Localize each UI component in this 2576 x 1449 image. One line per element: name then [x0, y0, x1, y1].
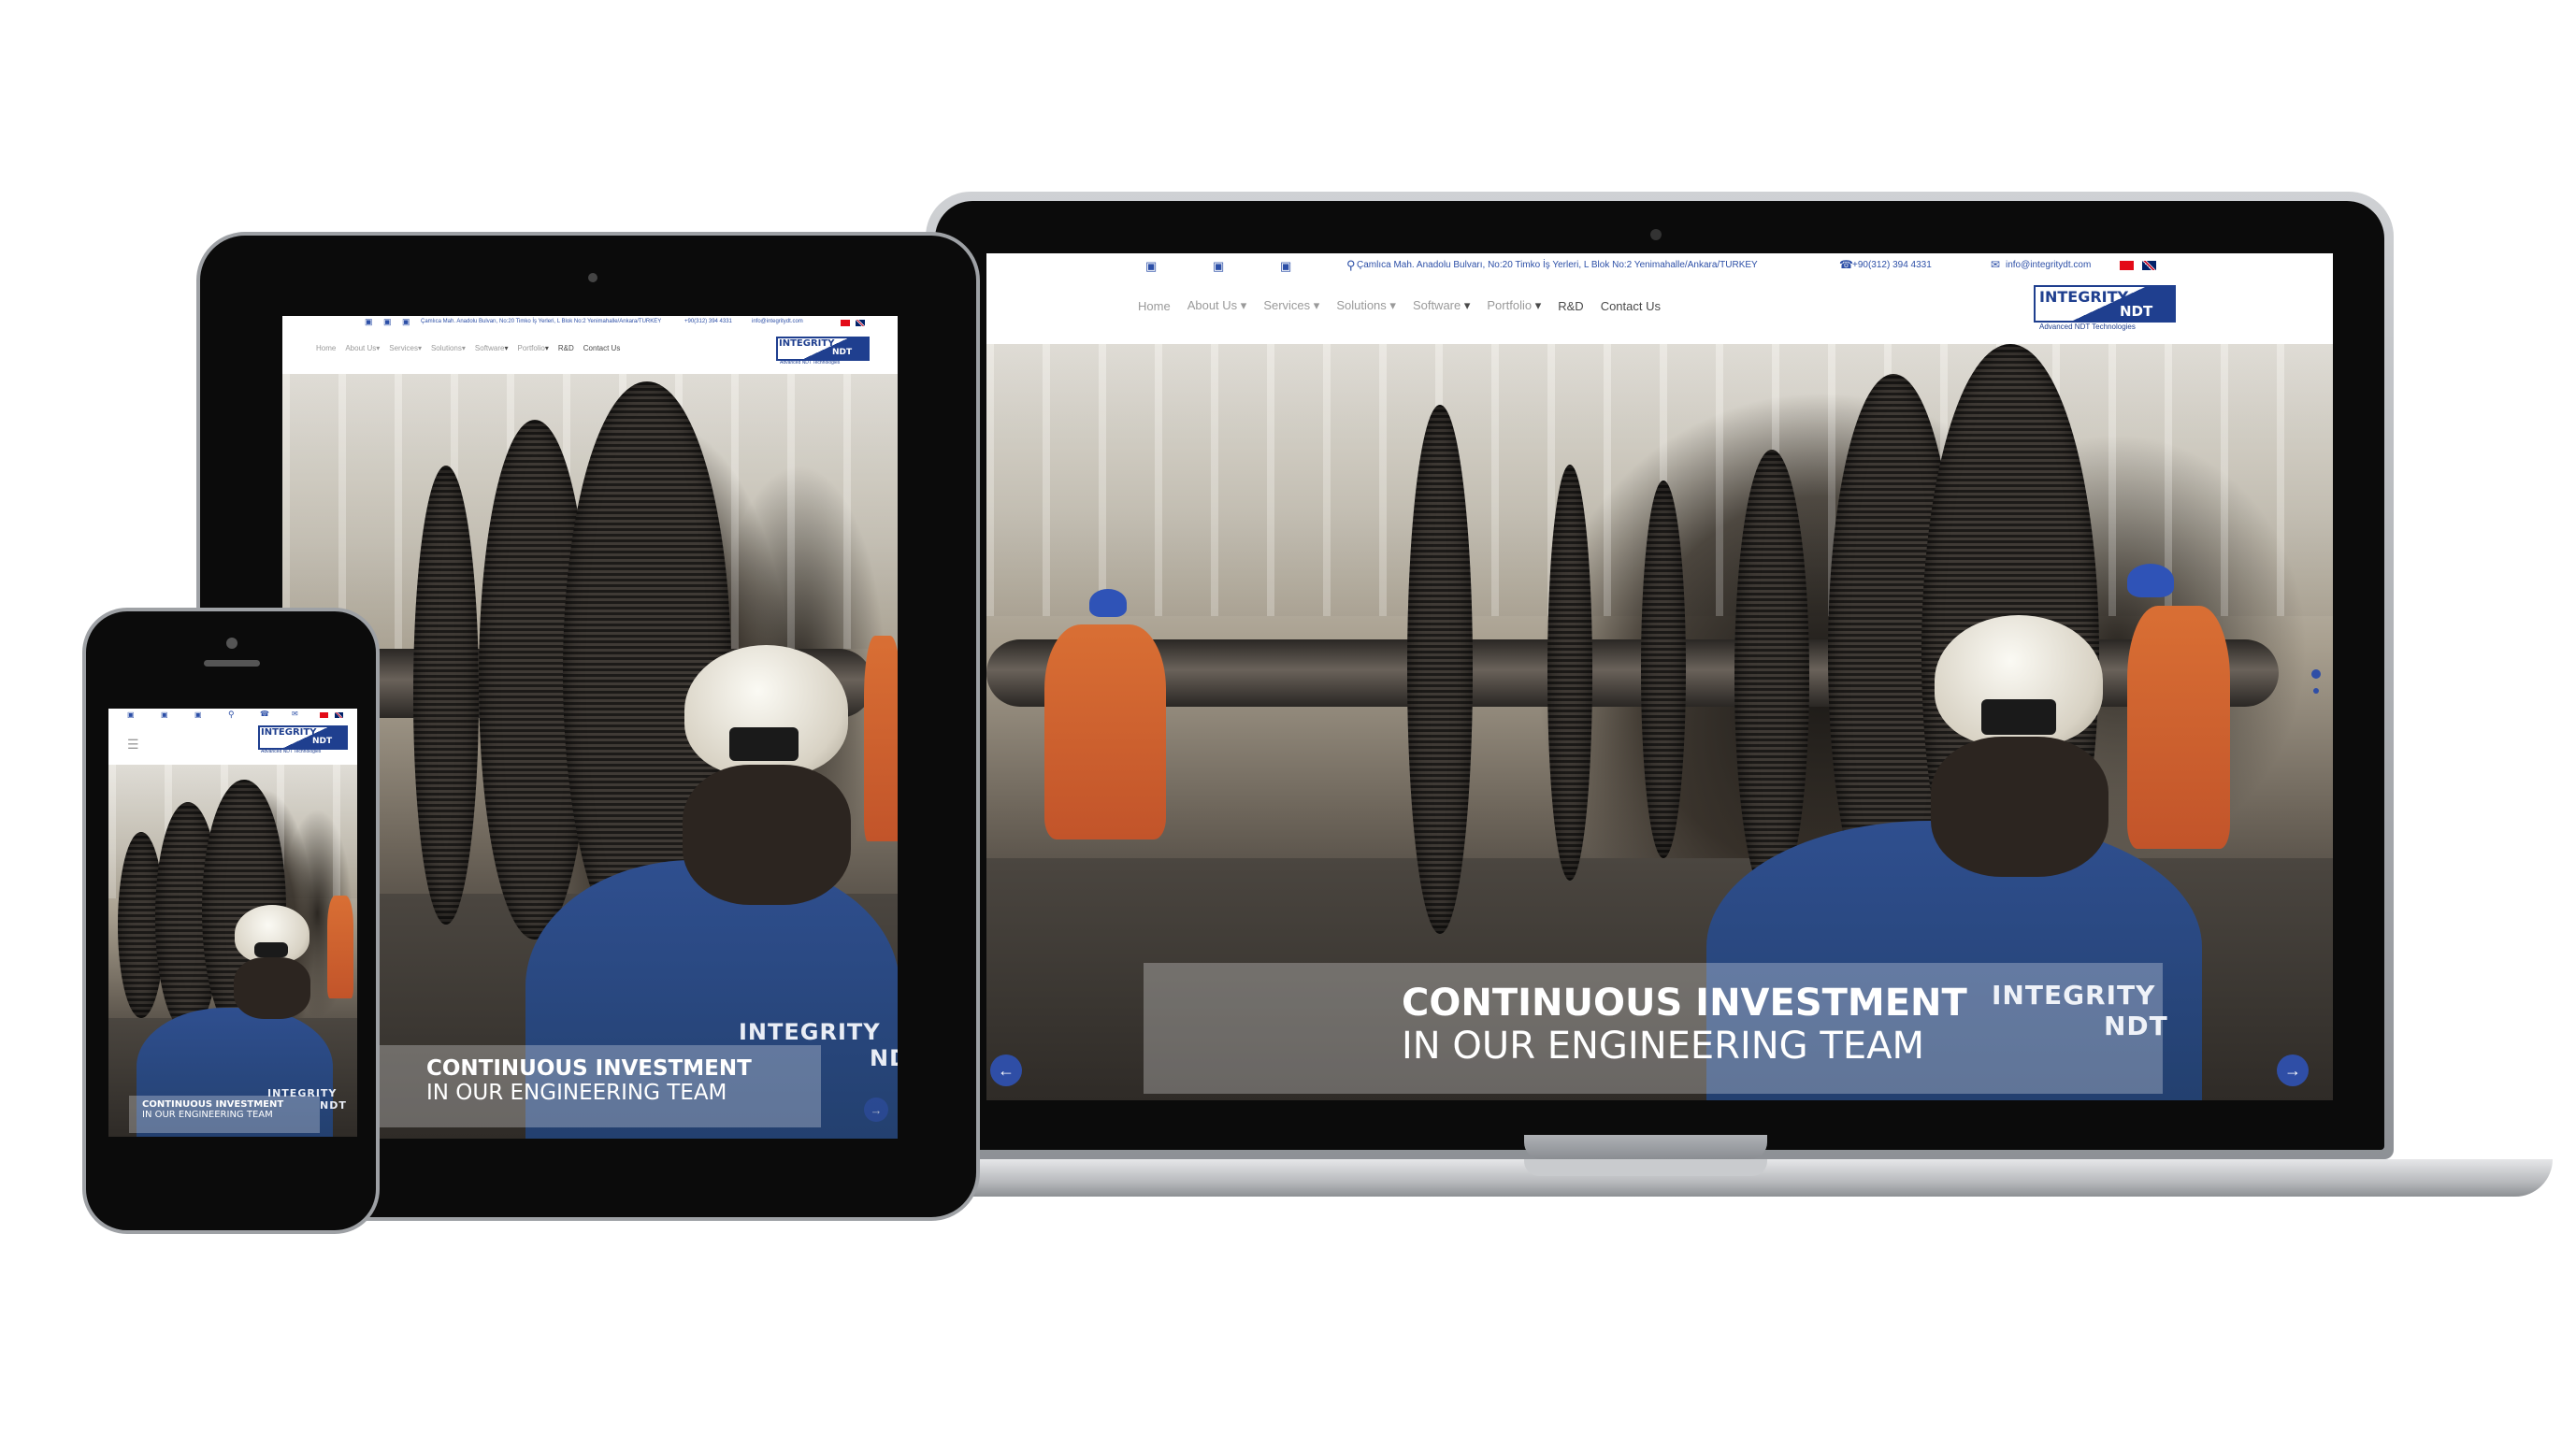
next-arrow-icon[interactable]: → [2277, 1054, 2309, 1086]
hero-caption: CONTINUOUS INVESTMENT IN OUR ENGINEERING… [1144, 963, 2163, 1094]
menu-item-contact[interactable]: Contact Us [1601, 299, 1661, 313]
linkedin-icon[interactable]: ▣ [1213, 259, 1224, 274]
topbar-email[interactable]: info@integritydt.com [2006, 260, 2091, 270]
turkish-flag-icon[interactable] [2120, 261, 2134, 270]
next-arrow-icon[interactable]: → [864, 1098, 888, 1122]
phone-hero-slider[interactable]: INTEGRITY NDT CONTINUOUS INVESTMENT IN OU… [108, 765, 357, 1137]
menu-item-portfolio[interactable]: Portfolio▾ [518, 344, 549, 352]
menu-item-rnd[interactable]: R&D [1558, 299, 1583, 313]
laptop-base-notch [1524, 1159, 1767, 1176]
phone-screen: ▣ ▣ ▣ ⚲ ☎ ✉ ☰ INTEGRITY NDT Advanced NDT… [108, 709, 357, 1137]
facebook-icon[interactable]: ▣ [365, 317, 373, 327]
tablet-camera [588, 273, 597, 282]
youtube-icon[interactable]: ▣ [1280, 259, 1291, 274]
menu-item-rnd[interactable]: R&D [558, 344, 574, 352]
menu-item-about[interactable]: About Us ▾ [1187, 298, 1247, 313]
phone-camera [226, 638, 237, 649]
turkish-flag-icon[interactable] [841, 320, 850, 326]
main-menu: Home About Us ▾ Services ▾ Solutions ▾ S… [1138, 298, 1661, 313]
hero-slider[interactable]: INTEGRITY NDT CONTINUOUS INVESTMENT IN OU… [986, 344, 2333, 1100]
mail-icon[interactable]: ✉ [292, 710, 298, 718]
location-pin-icon: ⚲ [1346, 258, 1356, 272]
linkedin-icon[interactable]: ▣ [383, 317, 392, 327]
logo[interactable]: INTEGRITY NDT Advanced NDT Technologies [2034, 285, 2176, 334]
prev-arrow-icon[interactable]: ← [990, 1054, 1022, 1086]
phone-logo[interactable]: INTEGRITY NDT Advanced NDT Technologies [258, 725, 348, 757]
youtube-icon[interactable]: ▣ [194, 710, 202, 719]
phone-icon[interactable]: ☎ [260, 710, 269, 718]
laptop-notch [1524, 1135, 1767, 1159]
laptop-mockup: ▣ ▣ ▣ ⚲ Çamlıca Mah. Anadolu Bulvarı, No… [926, 192, 2394, 1159]
menu-item-contact[interactable]: Contact Us [583, 344, 621, 352]
menu-item-home[interactable]: Home [1138, 299, 1171, 313]
phone-mockup: ▣ ▣ ▣ ⚲ ☎ ✉ ☰ INTEGRITY NDT Advanced NDT… [82, 608, 380, 1234]
tablet-topbar-address[interactable]: Çamlıca Mah. Anadolu Bulvarı, No:20 Timk… [421, 319, 661, 324]
laptop-screen: ▣ ▣ ▣ ⚲ Çamlıca Mah. Anadolu Bulvarı, No… [986, 253, 2333, 1100]
linkedin-icon[interactable]: ▣ [161, 710, 168, 719]
uk-flag-icon[interactable] [335, 712, 343, 718]
youtube-icon[interactable]: ▣ [402, 317, 410, 327]
menu-item-solutions[interactable]: Solutions ▾ [1336, 298, 1396, 313]
topbar-phone[interactable]: +90(312) 394 4331 [1852, 260, 1932, 270]
tablet-logo[interactable]: INTEGRITY NDT Advanced NDT Technologies [776, 337, 870, 366]
menu-item-services[interactable]: Services▾ [389, 344, 422, 352]
phone-hero-caption: CONTINUOUS INVESTMENT IN OUR ENGINEERING… [129, 1096, 320, 1133]
uk-flag-icon[interactable] [856, 320, 865, 326]
menu-item-services[interactable]: Services ▾ [1263, 298, 1319, 313]
tablet-topbar: ▣ ▣ ▣ Çamlıca Mah. Anadolu Bulvarı, No:2… [282, 316, 898, 329]
tablet-topbar-email[interactable]: info@integritydt.com [752, 319, 803, 324]
location-pin-icon[interactable]: ⚲ [228, 710, 235, 720]
tablet-topbar-phone[interactable]: +90(312) 394 4331 [684, 319, 732, 324]
hero-subline: IN OUR ENGINEERING TEAM [1402, 1025, 1924, 1068]
uk-flag-icon[interactable] [2142, 261, 2156, 270]
menu-item-about[interactable]: About Us▾ [345, 344, 380, 352]
topbar-address[interactable]: Çamlıca Mah. Anadolu Bulvarı, No:20 Timk… [1357, 260, 1758, 270]
menu-item-solutions[interactable]: Solutions▾ [431, 344, 466, 352]
tablet-hero-caption: CONTINUOUS INVESTMENT IN OUR ENGINEERING… [380, 1045, 821, 1127]
topbar: ▣ ▣ ▣ ⚲ Çamlıca Mah. Anadolu Bulvarı, No… [986, 253, 2333, 278]
laptop-camera [1650, 229, 1662, 240]
mail-icon: ✉ [1991, 258, 2001, 271]
phone-speaker [204, 660, 260, 667]
slider-dot-active[interactable] [2311, 669, 2321, 679]
tablet-main-menu: Home About Us▾ Services▾ Solutions▾ Soft… [316, 344, 620, 352]
menu-item-home[interactable]: Home [316, 344, 336, 352]
phone-icon: ☎ [1839, 258, 1853, 271]
hamburger-menu-icon[interactable]: ☰ [127, 737, 139, 753]
facebook-icon[interactable]: ▣ [1145, 259, 1157, 274]
slider-dot[interactable] [2313, 688, 2319, 694]
menu-item-portfolio[interactable]: Portfolio ▾ [1487, 298, 1541, 313]
facebook-icon[interactable]: ▣ [127, 710, 135, 719]
turkish-flag-icon[interactable] [320, 712, 328, 718]
phone-topbar: ▣ ▣ ▣ ⚲ ☎ ✉ [108, 709, 357, 722]
menu-item-software[interactable]: Software▾ [475, 344, 509, 352]
menu-item-software[interactable]: Software ▾ [1413, 298, 1470, 313]
hero-headline: CONTINUOUS INVESTMENT [1402, 982, 1967, 1025]
